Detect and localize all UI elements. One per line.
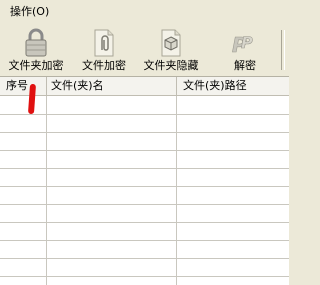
menu-operate[interactable]: 操作(O) xyxy=(8,5,51,19)
file-list-table[interactable]: 序号 文件(夹)名 文件(夹)路径 xyxy=(0,77,289,285)
table-body[interactable] xyxy=(0,96,289,285)
svg-text:P: P xyxy=(241,33,253,52)
encrypt-folder-label: 文件夹加密 xyxy=(8,59,64,72)
row-divider xyxy=(0,222,289,223)
box-document-icon xyxy=(161,29,181,57)
column-header-path[interactable]: 文件(夹)路径 xyxy=(177,77,289,95)
encrypt-file-button[interactable]: 文件加密 xyxy=(77,26,131,74)
toolbar-separator xyxy=(281,30,285,70)
row-divider xyxy=(0,204,289,205)
row-divider xyxy=(0,150,289,151)
column-header-name[interactable]: 文件(夹)名 xyxy=(47,77,177,95)
column-header-index[interactable]: 序号 xyxy=(0,77,47,95)
table-header: 序号 文件(夹)名 文件(夹)路径 xyxy=(0,77,289,96)
row-divider xyxy=(0,240,289,241)
encrypt-folder-button[interactable]: 文件夹加密 xyxy=(4,26,68,74)
row-divider xyxy=(0,258,289,259)
column-divider xyxy=(46,96,47,285)
decrypt-button[interactable]: P P 解密 xyxy=(225,26,265,74)
row-divider xyxy=(0,132,289,133)
row-divider xyxy=(0,168,289,169)
hide-folder-label: 文件夹隐藏 xyxy=(143,59,199,72)
lock-icon xyxy=(25,28,47,57)
menu-bar: 操作(O) xyxy=(0,0,289,25)
row-divider xyxy=(0,114,289,115)
decrypt-label: 解密 xyxy=(234,59,256,72)
row-divider xyxy=(0,276,289,277)
pp-decrypt-icon: P P xyxy=(232,33,254,58)
row-divider xyxy=(0,186,289,187)
column-divider xyxy=(176,96,177,285)
encrypt-file-label: 文件加密 xyxy=(82,59,126,72)
hide-folder-button[interactable]: 文件夹隐藏 xyxy=(139,26,203,74)
paperclip-document-icon xyxy=(94,29,114,57)
toolbar: 文件夹加密 文件加密 文件夹隐藏 P P 解密 xyxy=(0,24,289,77)
